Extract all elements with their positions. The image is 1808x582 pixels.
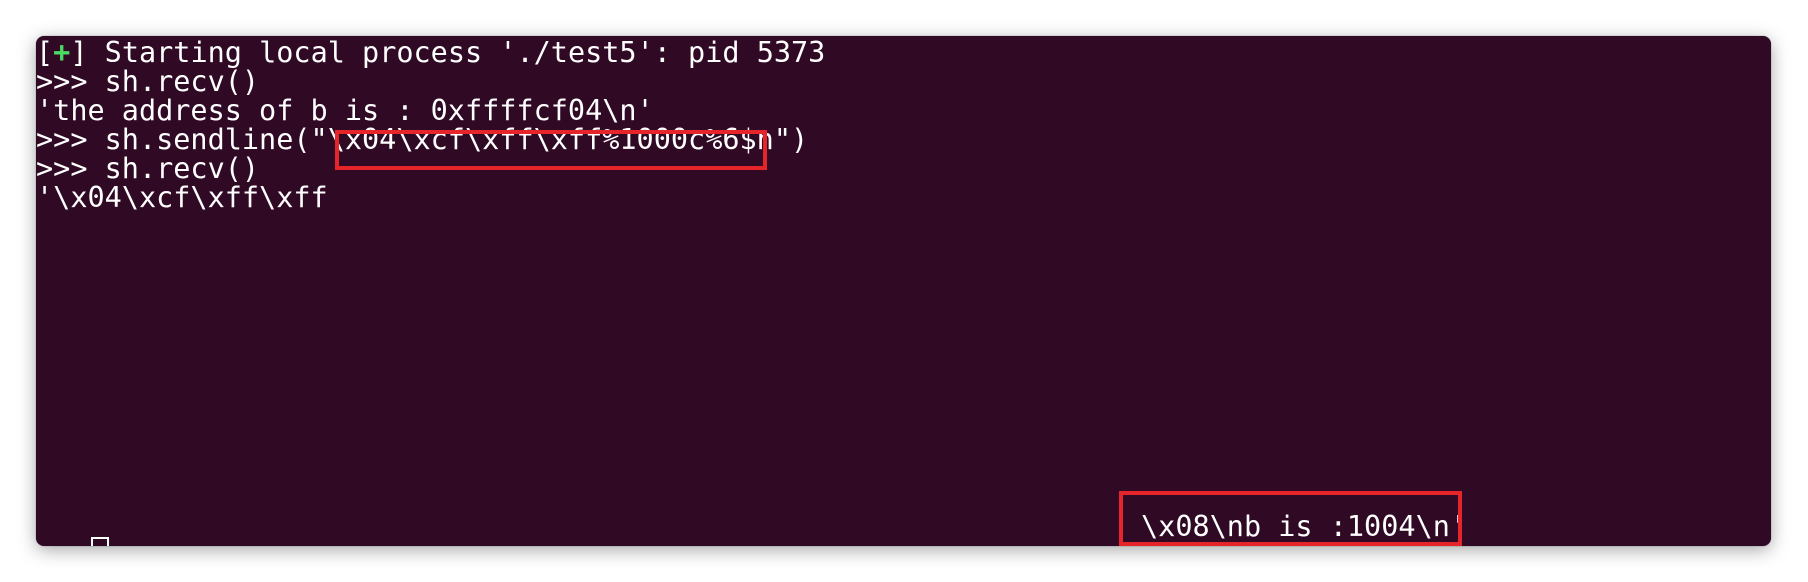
recv-output-bytes: '\x04\xcf\xff\xff bbox=[36, 181, 328, 214]
output-highlight-box bbox=[1119, 491, 1462, 546]
terminal-window[interactable]: [+] Starting local process './test5': pi… bbox=[36, 36, 1771, 546]
terminal-cursor bbox=[91, 537, 109, 546]
payload-highlight-box bbox=[335, 130, 767, 170]
sendline-suffix: ") bbox=[773, 123, 809, 156]
